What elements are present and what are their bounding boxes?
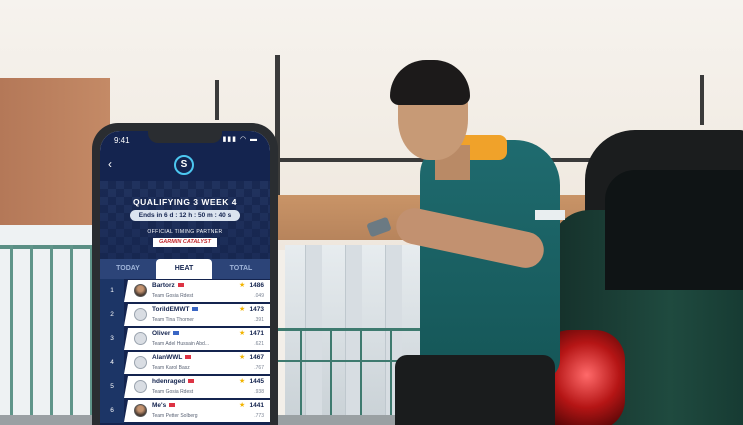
official-partner-label: OFFICIAL TIMING PARTNER — [147, 229, 223, 235]
star-icon: ★ — [239, 282, 246, 289]
time-diff: .621 — [254, 341, 264, 347]
team-name: Team Petter Solberg — [152, 413, 198, 419]
avatar — [134, 380, 147, 393]
tab-heat[interactable]: HEAT — [156, 259, 212, 279]
driver-name: AlanWWL — [152, 354, 183, 361]
tab-bar: TODAY HEAT TOTAL — [100, 259, 270, 279]
pipe — [700, 75, 704, 125]
avatar — [134, 332, 147, 345]
flag-icon — [177, 283, 184, 288]
driver-name: TorildEMWT — [152, 306, 190, 313]
time-diff: .773 — [254, 413, 264, 419]
flag-icon — [173, 331, 180, 336]
time-diff: .938 — [254, 389, 264, 395]
leaderboard-row[interactable]: 2 TorildEMWT Team Tina Thorner ★ 1473 .3… — [100, 303, 270, 327]
flag-icon — [192, 307, 199, 312]
star-icon: ★ — [239, 330, 246, 337]
star-icon: ★ — [239, 354, 246, 361]
points: 1486 — [249, 282, 264, 289]
time-diff: .767 — [254, 365, 264, 371]
leaderboard-row[interactable]: 5 hdenraged Team Gosia Rdest ★ 1445 .938 — [100, 375, 270, 399]
avatar — [134, 404, 147, 417]
team-name: Team Gosia Rdest — [152, 389, 194, 395]
pipe — [215, 80, 219, 120]
rank: 4 — [100, 351, 124, 375]
window — [0, 225, 105, 425]
rank: 3 — [100, 327, 124, 351]
flag-icon — [169, 403, 176, 408]
tab-total[interactable]: TOTAL — [212, 259, 270, 279]
leaderboard-row[interactable]: 6 Me's Team Petter Solberg ★ 1441 .773 — [100, 399, 270, 423]
leaderboard-row[interactable]: 4 AlanWWL Team Karol Basz ★ 1467 .767 — [100, 351, 270, 375]
flag-icon — [188, 379, 195, 384]
app-header: ‹ S — [100, 151, 270, 181]
rank: 6 — [100, 399, 124, 423]
phone-mockup: 9:41 ▮▮▮ ◠ ▬ ‹ S QUALIFYING 3 WEEK 4 End… — [92, 123, 278, 425]
countdown-badge: Ends in 6 d : 12 h : 50 m : 40 s — [130, 210, 240, 221]
star-icon: ★ — [239, 402, 246, 409]
leaderboard-row[interactable]: 3 Oliver Team Adel Hussain Abd... ★ 1471… — [100, 327, 270, 351]
event-title: QUALIFYING 3 WEEK 4 — [133, 197, 237, 207]
leaderboard-row[interactable]: 1 Bartorz Team Gosia Rdest ★ 1486 .049 — [100, 279, 270, 303]
tab-today[interactable]: TODAY — [100, 259, 156, 279]
driver-name: hdenraged — [152, 378, 186, 385]
flag-icon — [185, 355, 192, 360]
avatar — [134, 308, 147, 321]
team-name: Team Adel Hussain Abd... — [152, 341, 209, 347]
event-banner: QUALIFYING 3 WEEK 4 Ends in 6 d : 12 h :… — [100, 181, 270, 259]
points: 1473 — [249, 306, 264, 313]
back-icon[interactable]: ‹ — [108, 157, 112, 171]
rank: 5 — [100, 375, 124, 399]
app-logo-icon: S — [174, 155, 194, 175]
app-screen: 9:41 ▮▮▮ ◠ ▬ ‹ S QUALIFYING 3 WEEK 4 End… — [100, 131, 270, 425]
points: 1441 — [249, 402, 264, 409]
avatar — [134, 356, 147, 369]
team-name: Team Karol Basz — [152, 365, 190, 371]
signal-wifi-battery-icon: ▮▮▮ ◠ ▬ — [222, 136, 258, 143]
phone-notch — [148, 131, 222, 143]
status-time: 9:41 — [114, 136, 130, 145]
star-icon: ★ — [239, 306, 246, 313]
rank: 2 — [100, 303, 124, 327]
points: 1471 — [249, 330, 264, 337]
partner-logo: GARMIN CATALYST — [153, 238, 217, 247]
time-diff: .391 — [254, 317, 264, 323]
driver-name: Me's — [152, 402, 167, 409]
time-diff: .049 — [254, 293, 264, 299]
person — [366, 60, 580, 425]
team-name: Team Gosia Rdest — [152, 293, 194, 299]
points: 1445 — [249, 378, 264, 385]
avatar — [134, 284, 147, 297]
driver-name: Oliver — [152, 330, 171, 337]
rank: 1 — [100, 279, 124, 303]
team-name: Team Tina Thorner — [152, 317, 194, 323]
points: 1467 — [249, 354, 264, 361]
leaderboard-list: 1 Bartorz Team Gosia Rdest ★ 1486 .049 2… — [100, 279, 270, 425]
star-icon: ★ — [239, 378, 246, 385]
driver-name: Bartorz — [152, 282, 175, 289]
